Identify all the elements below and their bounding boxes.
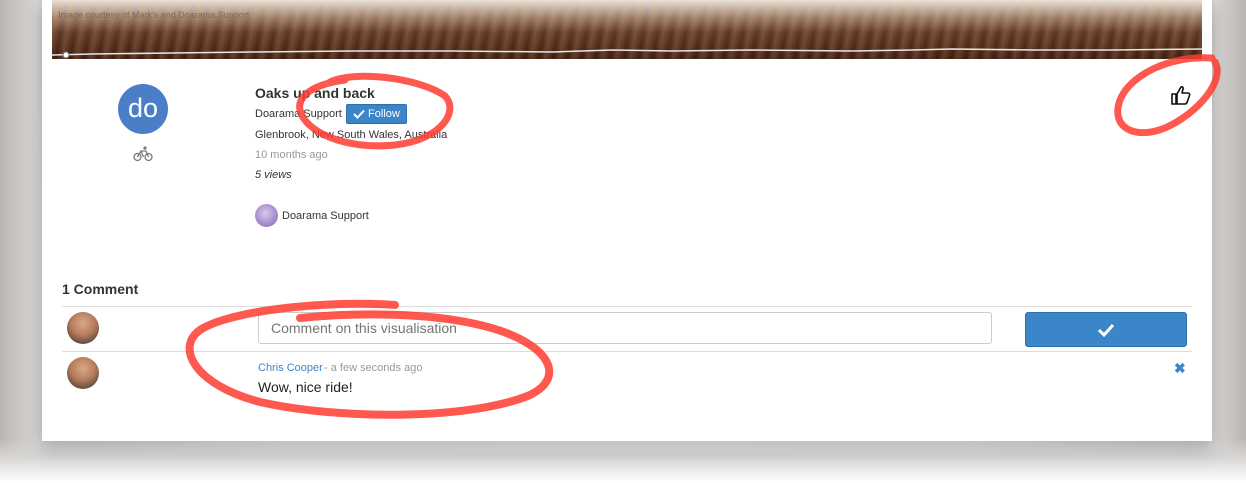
banner-image: Image courtesy of Mark's and Doarama Sup…: [52, 0, 1202, 59]
comment-input[interactable]: [258, 312, 992, 344]
owner[interactable]: Doarama Support: [255, 204, 369, 227]
comments-heading: 1 Comment: [62, 281, 139, 297]
thumbs-up-icon[interactable]: [1170, 84, 1192, 111]
visualisation-title: Oaks up and back: [255, 85, 375, 101]
owner-avatar: [255, 204, 278, 227]
comment-author-link[interactable]: Chris Cooper: [258, 362, 323, 374]
background-bottom: [0, 438, 1246, 483]
user-avatar-initials[interactable]: do: [118, 84, 168, 134]
follow-button[interactable]: Follow: [346, 104, 407, 124]
view-count: 5 views: [255, 169, 292, 181]
banner-credit: Image courtesy of Mark's and Doarama Sup…: [58, 10, 250, 20]
bicycle-icon: [133, 146, 153, 167]
owner-name: Doarama Support: [282, 209, 369, 222]
visualisation-card: Image courtesy of Mark's and Doarama Sup…: [42, 0, 1212, 441]
follow-label: Follow: [368, 108, 400, 120]
date: 10 months ago: [255, 149, 328, 161]
current-user-avatar: [67, 312, 99, 344]
comment-text: Wow, nice ride!: [258, 379, 353, 395]
divider: [62, 306, 1192, 307]
author-link[interactable]: Doarama Support: [255, 108, 342, 120]
check-icon: [1097, 323, 1115, 337]
delete-comment-icon[interactable]: ✖: [1174, 360, 1186, 377]
submit-comment-button[interactable]: [1025, 312, 1187, 347]
location: Glenbrook, New South Wales, Australia: [255, 129, 448, 141]
check-icon: [353, 109, 365, 119]
comment-author-avatar: [67, 357, 99, 389]
comment-time: - a few seconds ago: [324, 362, 423, 374]
elevation-profile: [52, 48, 1202, 59]
divider: [62, 351, 1192, 352]
